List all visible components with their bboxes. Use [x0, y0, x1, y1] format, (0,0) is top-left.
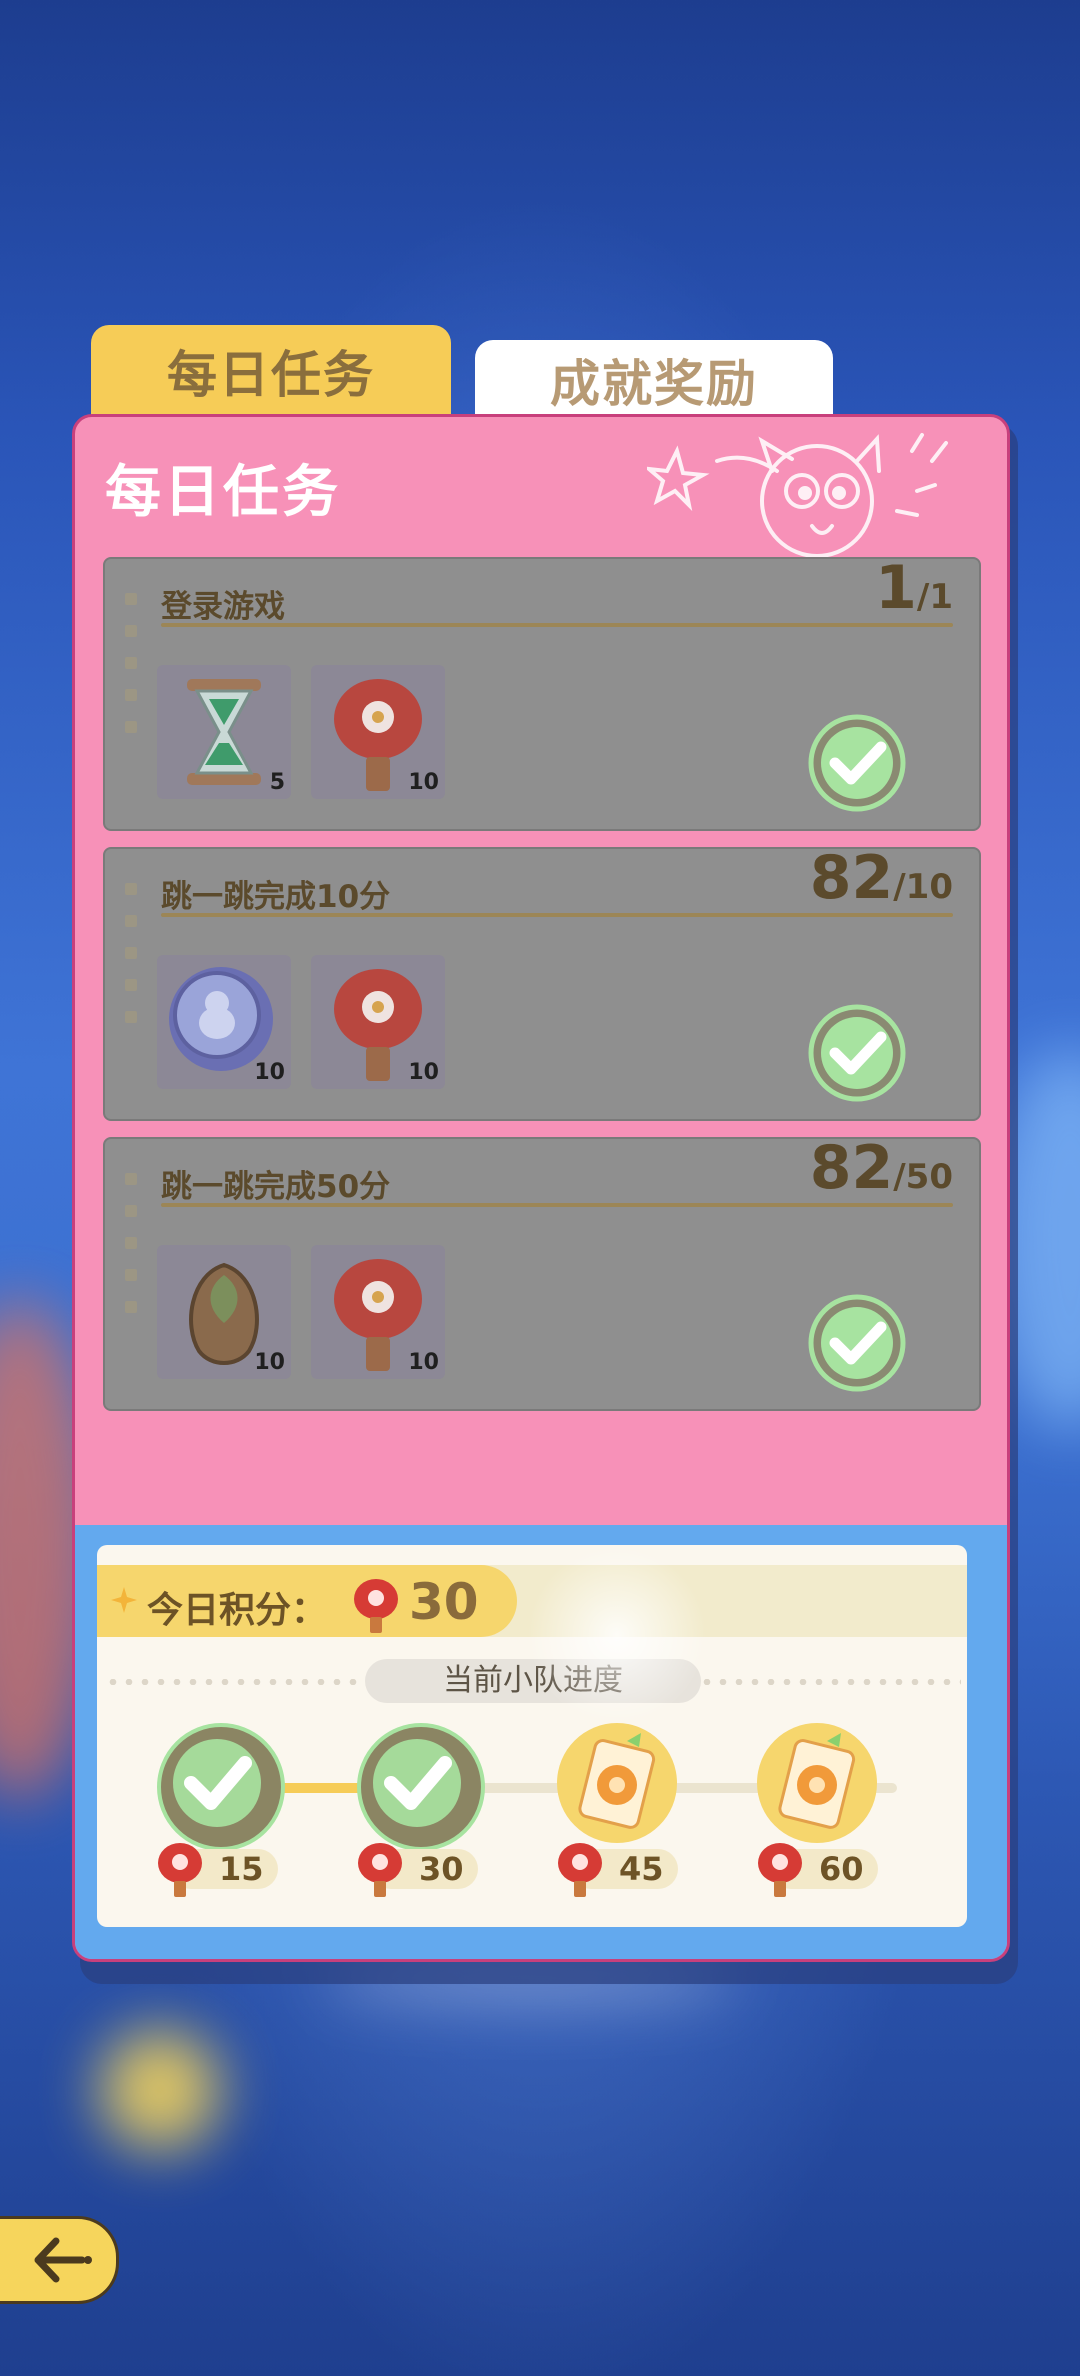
claimed-check-icon: [373, 1739, 461, 1827]
task-title: 跳一跳完成10分: [161, 879, 391, 915]
milestone-reward[interactable]: [357, 1723, 485, 1851]
dotted-line-right: [699, 1679, 961, 1685]
glow-effect: [527, 1545, 707, 1725]
milestone-reward[interactable]: [557, 1723, 677, 1843]
reward-qty: 10: [254, 1350, 285, 1375]
task-card: 跳一跳完成50分 82/50 10 10: [103, 1133, 981, 1411]
panel-title: 每日任务: [105, 460, 341, 525]
gift-bag-icon: [778, 1733, 856, 1829]
reward-qty: 10: [408, 1060, 439, 1085]
task-card: 登录游戏 1/1 5 10: [103, 553, 981, 831]
task-progress: 82/10: [809, 843, 953, 913]
task-title: 登录游戏: [161, 589, 285, 625]
completed-check-icon: [808, 1004, 906, 1102]
task-dots: [125, 593, 137, 753]
claimed-check-icon: [173, 1739, 261, 1827]
lantern-icon: [558, 1843, 602, 1897]
back-button[interactable]: [0, 2216, 119, 2304]
reward-item[interactable]: 10: [157, 1245, 291, 1379]
tab-achievements[interactable]: 成就奖励: [475, 340, 833, 420]
today-score-label: 今日积分：: [147, 1590, 328, 1631]
lantern-icon: [358, 1843, 402, 1897]
tab-daily-tasks[interactable]: 每日任务: [91, 325, 451, 417]
lantern-icon: [158, 1843, 202, 1897]
reward-item[interactable]: 10: [311, 1245, 445, 1379]
task-progress: 1/1: [875, 553, 953, 623]
task-dots: [125, 883, 137, 1043]
completed-check-icon: [808, 714, 906, 812]
milestone-reward[interactable]: [757, 1723, 877, 1843]
cat-doodle-icon: [647, 433, 948, 558]
task-progress: 82/50: [809, 1133, 953, 1203]
reward-qty: 10: [254, 1060, 285, 1085]
reward-item[interactable]: 10: [311, 955, 445, 1089]
task-divider: [161, 623, 953, 627]
task-divider: [161, 1203, 953, 1207]
today-score-value: 30: [409, 1573, 479, 1631]
task-divider: [161, 913, 953, 917]
team-progress-area: 今日积分： 30 当前小队进度 15 30 45 60: [75, 1517, 1007, 1959]
reward-qty: 5: [269, 770, 285, 795]
reward-item[interactable]: 10: [157, 955, 291, 1089]
reward-item[interactable]: 5: [157, 665, 291, 799]
lantern-icon: [354, 1579, 398, 1633]
task-title: 跳一跳完成50分: [161, 1169, 391, 1205]
task-dots: [125, 1173, 137, 1333]
sparkle-icon: [111, 1587, 137, 1613]
lantern-icon: [758, 1843, 802, 1897]
scallop-divider: [75, 1517, 1007, 1533]
task-card: 跳一跳完成10分 82/10 10 10: [103, 843, 981, 1121]
reward-item[interactable]: 10: [311, 665, 445, 799]
back-arrow-icon: [34, 2237, 92, 2283]
reward-qty: 10: [408, 1350, 439, 1375]
gift-bag-icon: [578, 1733, 656, 1829]
milestone-reward[interactable]: [157, 1723, 285, 1851]
completed-check-icon: [808, 1294, 906, 1392]
daily-task-panel: 每日任务 登录游戏 1/1 5 10 跳一跳完成10分 82/10 10 10 …: [72, 414, 1010, 1962]
score-card: 今日积分： 30 当前小队进度 15 30 45 60: [97, 1545, 967, 1927]
dotted-line-left: [105, 1679, 367, 1685]
reward-qty: 10: [408, 770, 439, 795]
